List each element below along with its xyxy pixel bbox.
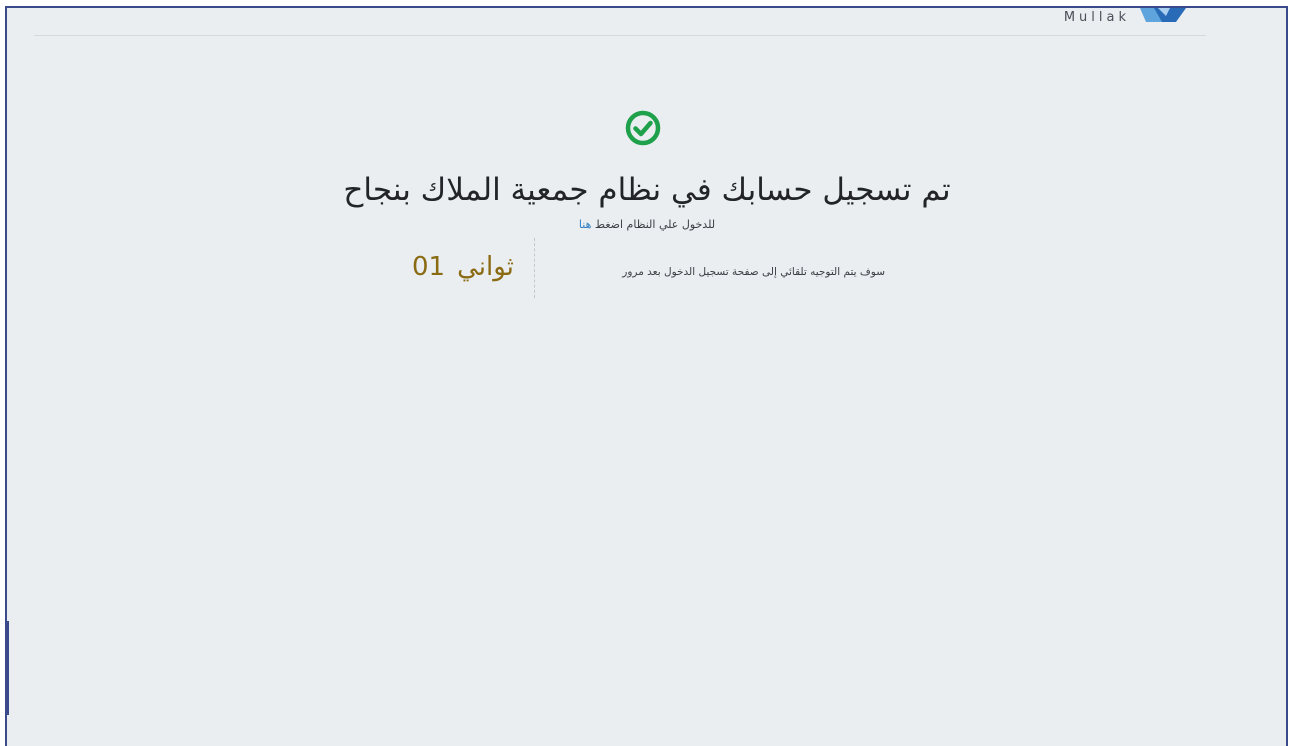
success-title: تم تسجيل حسابك في نظام جمعية الملاك بنجا… xyxy=(343,172,951,208)
check-circle-icon xyxy=(625,110,661,146)
success-panel: تم تسجيل حسابك في نظام جمعية الملاك بنجا… xyxy=(7,8,1286,746)
login-prompt-line: للدخول علي النظام اضغط هنا xyxy=(407,217,887,233)
redirect-text: سوف يتم التوجيه تلقائي إلى صفحة تسجيل ال… xyxy=(622,266,885,278)
app-frame: Mullak تم تسجيل حسابك في نظام جمعية المل… xyxy=(5,6,1288,746)
redirect-info: سوف يتم التوجيه تلقائي إلى صفحة تسجيل ال… xyxy=(407,238,885,298)
redirect-divider xyxy=(534,238,535,298)
scrollbar-track[interactable] xyxy=(1287,6,1297,738)
login-link[interactable]: هنا xyxy=(579,218,591,231)
countdown-value: 01 xyxy=(412,252,446,282)
countdown: 01 ثواني xyxy=(412,252,514,282)
countdown-unit: ثواني xyxy=(457,252,514,282)
login-prompt-text: للدخول علي النظام اضغط xyxy=(594,218,716,231)
